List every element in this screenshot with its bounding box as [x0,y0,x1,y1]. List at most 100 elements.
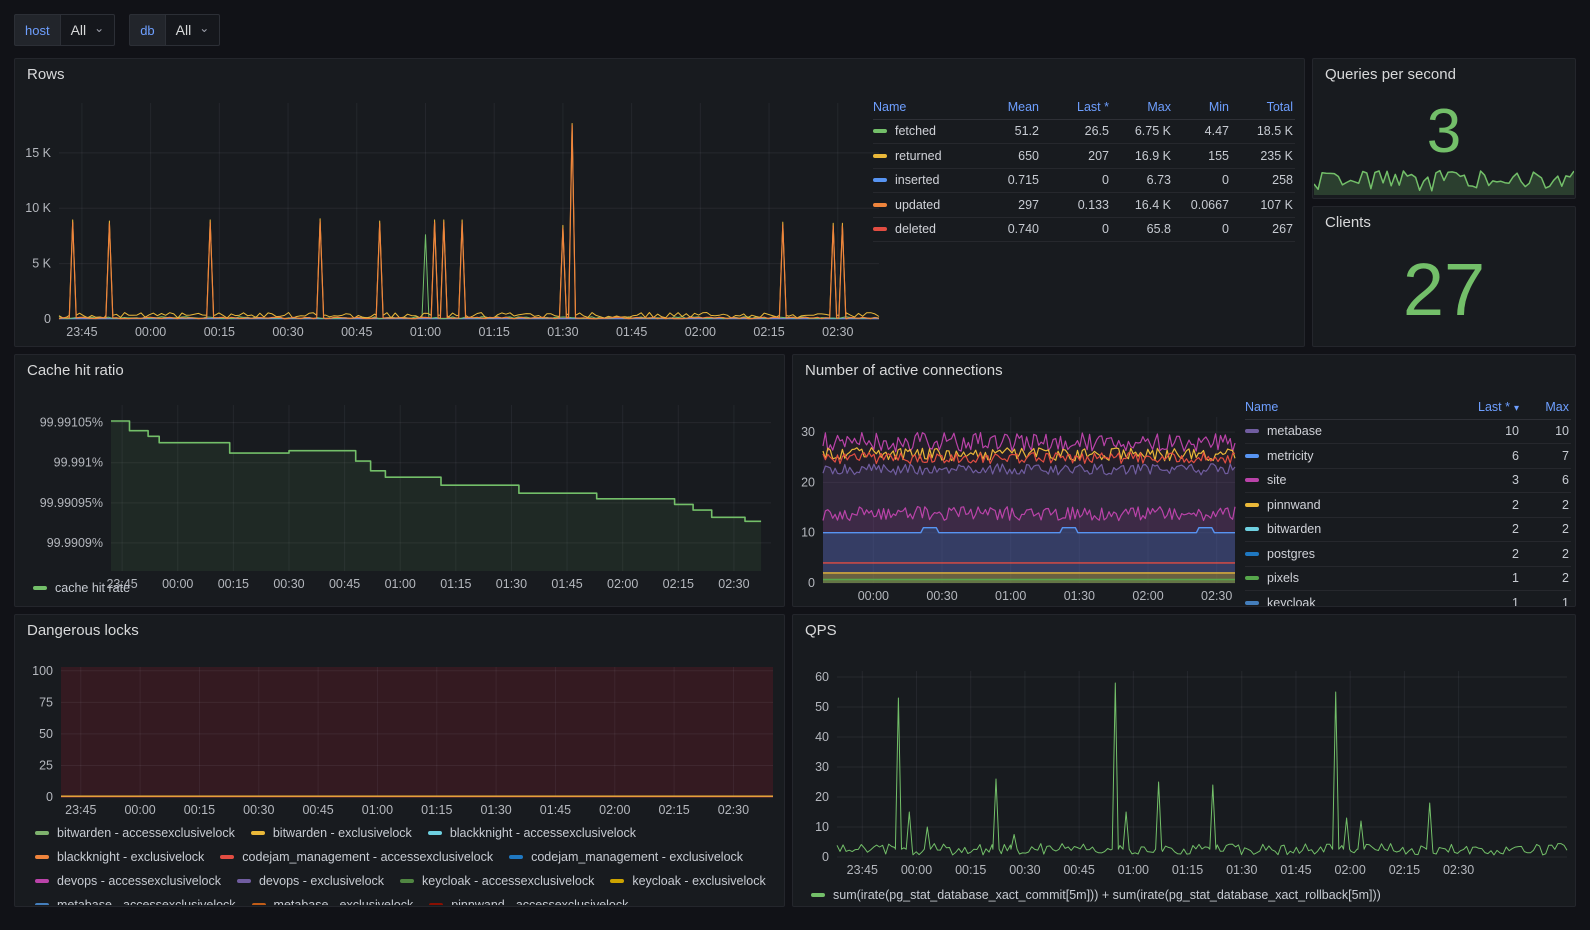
svg-text:00:30: 00:30 [272,325,303,339]
table-value: 258 [1231,173,1295,187]
table-value: 3 [1459,473,1521,487]
table-value: 297 [979,198,1041,212]
series-name[interactable]: postgres [1267,547,1315,561]
svg-text:30: 30 [815,760,829,774]
series-name[interactable]: bitwarden [1267,522,1321,536]
variable-host-select[interactable]: All ⌄ [60,14,116,46]
table-row: metricity67 [1245,444,1571,469]
series-color-swatch [1245,601,1259,605]
series-color-swatch [400,879,414,883]
dangerous-locks-chart[interactable]: 23:4500:0000:1500:3000:4501:0001:1501:30… [21,643,781,821]
series-name[interactable]: pixels [1267,571,1299,585]
variable-db-label[interactable]: db [129,14,164,46]
variable-host-value: All [71,22,87,38]
variable-host-label[interactable]: host [14,14,60,46]
table-value: 6.73 [1111,173,1173,187]
panel-title[interactable]: QPS [793,615,1575,646]
svg-text:99.9909%: 99.9909% [47,536,103,550]
column-header-last[interactable]: Last * [1041,100,1111,114]
series-name[interactable]: updated [895,198,940,212]
svg-text:02:30: 02:30 [718,803,749,817]
svg-text:00:15: 00:15 [955,863,986,877]
table-value: 2 [1459,547,1521,561]
legend-label: bitwarden - exclusivelock [273,825,412,841]
series-name[interactable]: pinnwand [1267,498,1321,512]
series-color-swatch [1245,552,1259,556]
rows-table-header: NameMeanLast *MaxMinTotal [873,95,1295,120]
series-color-swatch [1245,454,1259,458]
legend-item[interactable]: metabase - exclusivelock [252,897,414,905]
column-header-mean[interactable]: Mean [979,100,1041,114]
variable-db-select[interactable]: All ⌄ [165,14,221,46]
variable-host: host All ⌄ [14,14,115,46]
table-value: 2 [1521,571,1571,585]
series-name[interactable]: metabase [1267,424,1322,438]
svg-text:40: 40 [815,730,829,744]
legend-label: metabase - accessexclusivelock [57,897,236,905]
legend-item[interactable]: keycloak - exclusivelock [610,873,765,889]
svg-text:10 K: 10 K [25,201,51,215]
column-header-last[interactable]: Last *▾ [1459,400,1521,414]
panel-title[interactable]: Queries per second [1313,59,1575,90]
table-value: 155 [1173,149,1231,163]
table-value: 2 [1521,498,1571,512]
connections-chart[interactable]: 00:0000:3001:0001:3002:0002:300102030 [795,381,1243,607]
column-header-name[interactable]: Name [873,100,979,114]
legend-item[interactable]: blackknight - exclusivelock [35,849,204,865]
legend-item[interactable]: bitwarden - accessexclusivelock [35,825,235,841]
series-name[interactable]: fetched [895,124,936,138]
legend-item[interactable]: keycloak - accessexclusivelock [400,873,594,889]
svg-text:01:15: 01:15 [1172,863,1203,877]
column-header-min[interactable]: Min [1173,100,1231,114]
table-value: 2 [1459,498,1521,512]
legend-label: devops - exclusivelock [259,873,384,889]
table-value: 0.0667 [1173,198,1231,212]
svg-text:00:45: 00:45 [341,325,372,339]
svg-text:0: 0 [822,850,829,864]
panel-queries-per-second: Queries per second 3 [1312,58,1576,199]
panel-title[interactable]: Cache hit ratio [15,355,784,386]
panel-title[interactable]: Dangerous locks [15,615,784,646]
cache-hit-chart[interactable]: 23:4500:0000:1500:3000:4501:0001:1501:30… [23,383,778,599]
svg-text:02:00: 02:00 [599,803,630,817]
series-name[interactable]: inserted [895,173,939,187]
svg-text:30: 30 [801,425,815,439]
legend-item[interactable]: codejam_management - exclusivelock [509,849,743,865]
column-header-total[interactable]: Total [1231,100,1295,114]
column-header-max[interactable]: Max [1521,400,1571,414]
qps-chart[interactable]: 23:4500:0000:1500:3000:4501:0001:1501:30… [797,643,1572,883]
series-name[interactable]: site [1267,473,1286,487]
legend-item[interactable]: sum(irate(pg_stat_database_xact_commit[5… [811,887,1381,903]
series-name[interactable]: keycloak [1267,596,1316,607]
svg-text:00:00: 00:00 [901,863,932,877]
legend-item[interactable]: pinnwand - accessexclusivelock [429,897,628,905]
svg-text:99.99095%: 99.99095% [40,496,103,510]
panel-title[interactable]: Clients [1313,207,1575,238]
table-value: 267 [1231,222,1295,236]
legend-item[interactable]: devops - accessexclusivelock [35,873,221,889]
legend-label: cache hit rate [55,580,130,596]
legend-label: codejam_management - accessexclusivelock [242,849,493,865]
legend-item[interactable]: blackknight - accessexclusivelock [428,825,636,841]
variable-db: db All ⌄ [129,14,220,46]
series-color-swatch [35,879,49,883]
table-row: bitwarden22 [1245,518,1571,543]
legend-item[interactable]: codejam_management - accessexclusivelock [220,849,493,865]
column-header-name[interactable]: Name [1245,400,1459,414]
legend-item[interactable]: cache hit rate [33,580,130,596]
legend-label: codejam_management - exclusivelock [531,849,743,865]
series-name[interactable]: metricity [1267,449,1314,463]
panel-qps: QPS 23:4500:0000:1500:3000:4501:0001:150… [792,614,1576,907]
svg-text:01:00: 01:00 [410,325,441,339]
svg-text:00:45: 00:45 [302,803,333,817]
series-name[interactable]: returned [895,149,942,163]
legend-item[interactable]: bitwarden - exclusivelock [251,825,412,841]
column-header-max[interactable]: Max [1111,100,1173,114]
table-row: pinnwand 22 [1245,493,1571,518]
legend-item[interactable]: devops - exclusivelock [237,873,384,889]
rows-chart[interactable]: 23:4500:0000:1500:3000:4501:0001:1501:30… [19,85,899,347]
table-value: 51.2 [979,124,1041,138]
series-name[interactable]: deleted [895,222,936,236]
legend-item[interactable]: metabase - accessexclusivelock [35,897,236,905]
table-row: updated2970.13316.4 K0.0667107 K [873,193,1295,218]
